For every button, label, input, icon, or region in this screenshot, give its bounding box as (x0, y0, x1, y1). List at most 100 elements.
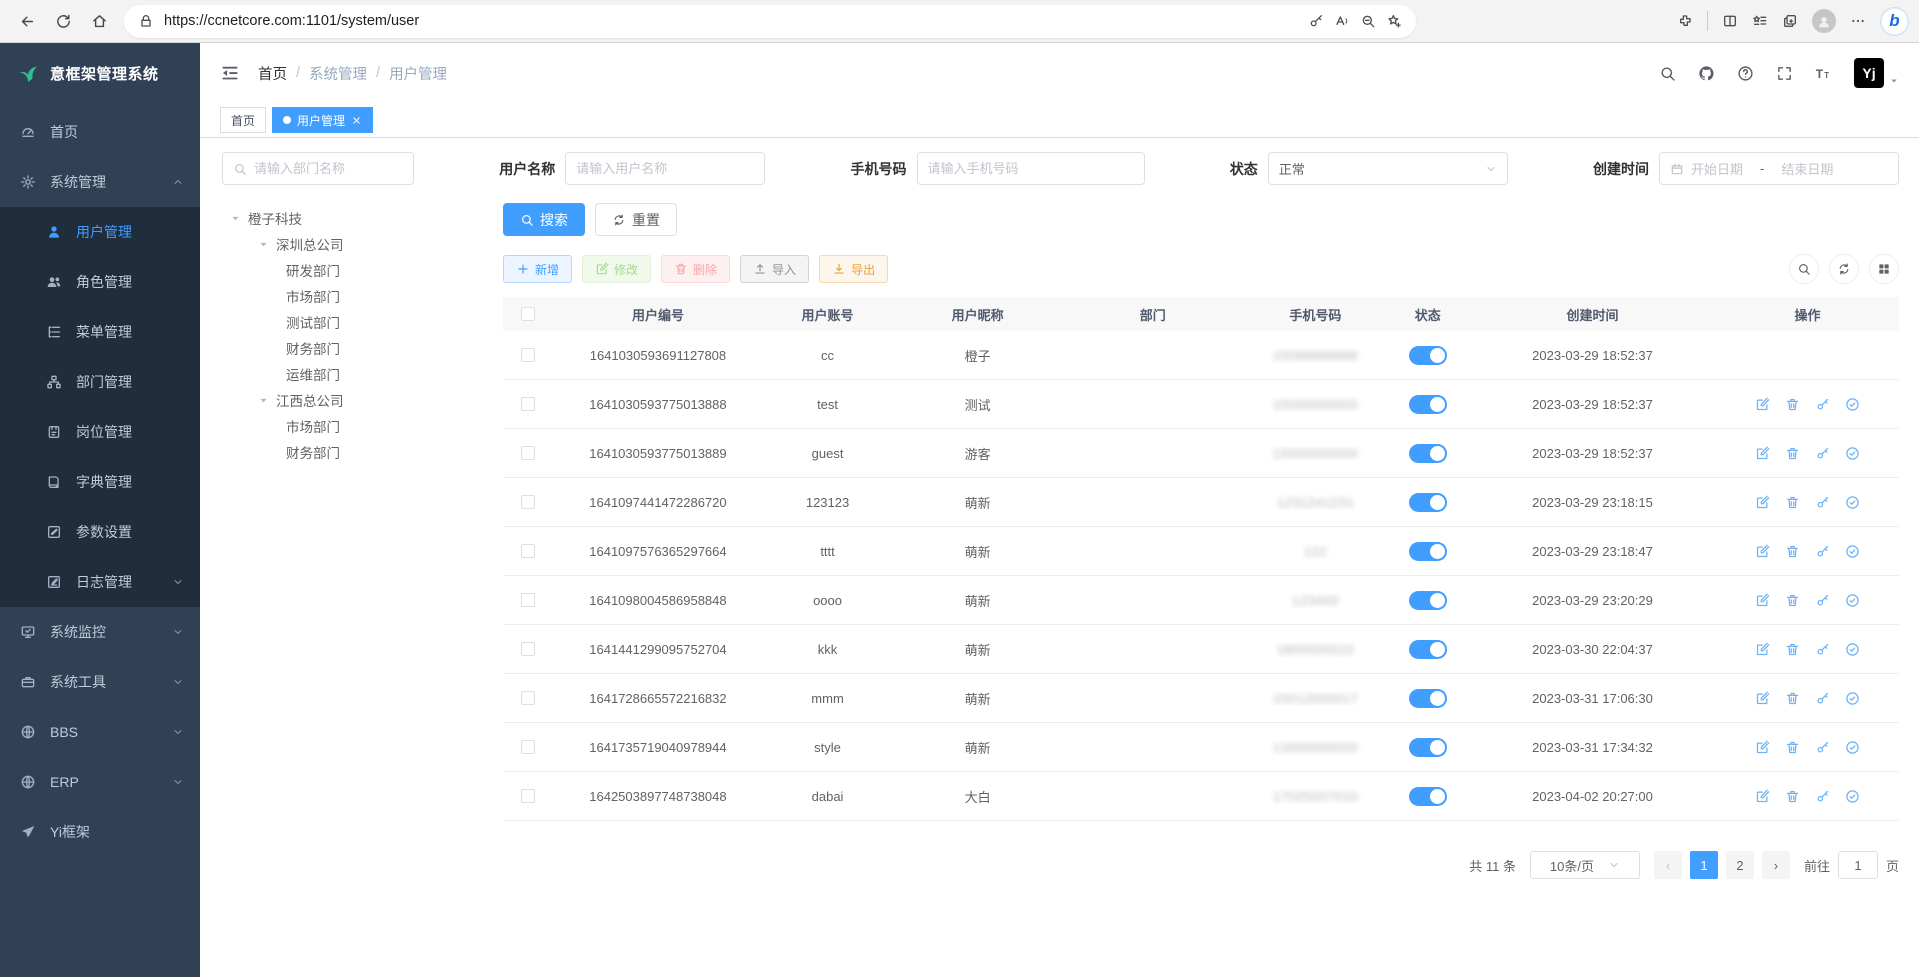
check-circle-icon[interactable] (1845, 789, 1860, 804)
sidebar-item[interactable]: 系统工具 (0, 657, 200, 707)
goto-page-input[interactable] (1838, 851, 1878, 879)
import-button[interactable]: 导入 (740, 255, 809, 283)
browser-reload-button[interactable] (46, 4, 80, 38)
key-icon[interactable] (1308, 13, 1324, 29)
tree-node[interactable]: 市场部门 (222, 283, 503, 309)
key-icon[interactable] (1815, 642, 1830, 657)
select-all-checkbox[interactable] (521, 307, 535, 321)
delete-icon[interactable] (1785, 740, 1800, 755)
row-checkbox[interactable] (521, 593, 535, 607)
caret-down-icon[interactable] (258, 239, 269, 250)
key-icon[interactable] (1815, 495, 1830, 510)
check-circle-icon[interactable] (1845, 593, 1860, 608)
delete-icon[interactable] (1785, 789, 1800, 804)
navbar-action-icon[interactable] (1698, 65, 1715, 82)
delete-icon[interactable] (1785, 446, 1800, 461)
row-checkbox[interactable] (521, 642, 535, 656)
delete-icon[interactable] (1785, 495, 1800, 510)
status-toggle[interactable] (1409, 444, 1447, 463)
row-checkbox[interactable] (521, 348, 535, 362)
username-input[interactable] (565, 152, 765, 185)
extensions-icon[interactable] (1677, 13, 1693, 29)
delete-icon[interactable] (1785, 544, 1800, 559)
delete-button[interactable]: 删除 (661, 255, 730, 283)
status-toggle[interactable] (1409, 346, 1447, 365)
edit-icon[interactable] (1755, 691, 1770, 706)
edit-icon[interactable] (1755, 642, 1770, 657)
date-range-picker[interactable]: 开始日期 - 结束日期 (1659, 152, 1899, 185)
edit-icon[interactable] (1755, 789, 1770, 804)
tree-node[interactable]: 财务部门 (222, 439, 503, 465)
page-number-button[interactable]: 1 (1690, 851, 1718, 879)
tree-node[interactable]: 运维部门 (222, 361, 503, 387)
row-checkbox[interactable] (521, 495, 535, 509)
phone-field[interactable] (928, 161, 1134, 176)
app-logo[interactable]: 意框架管理系统 (0, 43, 200, 103)
delete-icon[interactable] (1785, 593, 1800, 608)
navbar-action-icon[interactable] (1659, 65, 1676, 82)
tree-node[interactable]: 财务部门 (222, 335, 503, 361)
edit-icon[interactable] (1755, 740, 1770, 755)
key-icon[interactable] (1815, 397, 1830, 412)
more-icon[interactable] (1850, 13, 1866, 29)
key-icon[interactable] (1815, 446, 1830, 461)
check-circle-icon[interactable] (1845, 544, 1860, 559)
key-icon[interactable] (1815, 789, 1830, 804)
check-circle-icon[interactable] (1845, 495, 1860, 510)
sidebar-item[interactable]: 部门管理 (0, 357, 200, 407)
export-button[interactable]: 导出 (819, 255, 888, 283)
dept-search-input[interactable] (222, 152, 414, 185)
profile-icon[interactable] (1812, 9, 1836, 33)
sidebar-item[interactable]: 字典管理 (0, 457, 200, 507)
sidebar-item[interactable]: 首页 (0, 107, 200, 157)
navbar-action-icon[interactable]: TT (1815, 65, 1832, 82)
status-toggle[interactable] (1409, 787, 1447, 806)
row-checkbox[interactable] (521, 544, 535, 558)
tree-node[interactable]: 研发部门 (222, 257, 503, 283)
url-text[interactable]: https://ccnetcore.com:1101/system/user (164, 13, 1298, 29)
key-icon[interactable] (1815, 691, 1830, 706)
sidebar-item[interactable]: 日志管理 (0, 557, 200, 607)
copilot-icon[interactable]: b (1880, 7, 1909, 36)
favorites-icon[interactable] (1752, 13, 1768, 29)
sidebar-item[interactable]: ERP (0, 757, 200, 807)
edit-icon[interactable] (1755, 397, 1770, 412)
row-checkbox[interactable] (521, 691, 535, 705)
split-screen-icon[interactable] (1722, 13, 1738, 29)
page-number-button[interactable]: 2 (1726, 851, 1754, 879)
favorite-add-icon[interactable] (1386, 13, 1402, 29)
status-toggle[interactable] (1409, 640, 1447, 659)
sidebar-item[interactable]: 角色管理 (0, 257, 200, 307)
reset-button[interactable]: 重置 (595, 203, 677, 236)
sidebar-item[interactable]: 系统管理 (0, 157, 200, 207)
next-page-button[interactable]: › (1762, 851, 1790, 879)
sidebar-collapse-icon[interactable] (220, 63, 240, 83)
caret-down-icon[interactable] (258, 395, 269, 406)
breadcrumb-item[interactable]: 用户管理 (389, 63, 447, 84)
delete-icon[interactable] (1785, 642, 1800, 657)
check-circle-icon[interactable] (1845, 691, 1860, 706)
show-search-button[interactable] (1789, 254, 1819, 284)
sidebar-item[interactable]: 岗位管理 (0, 407, 200, 457)
tree-node[interactable]: 橙子科技 (222, 205, 503, 231)
browser-back-button[interactable] (10, 4, 44, 38)
tree-node[interactable]: 市场部门 (222, 413, 503, 439)
close-icon[interactable] (351, 115, 362, 126)
key-icon[interactable] (1815, 740, 1830, 755)
tree-node[interactable]: 江西总公司 (222, 387, 503, 413)
status-select[interactable]: 正常 (1268, 152, 1508, 185)
edit-icon[interactable] (1755, 446, 1770, 461)
status-toggle[interactable] (1409, 591, 1447, 610)
edit-icon[interactable] (1755, 544, 1770, 559)
status-toggle[interactable] (1409, 689, 1447, 708)
zoom-out-icon[interactable] (1360, 13, 1376, 29)
sidebar-item[interactable]: 菜单管理 (0, 307, 200, 357)
status-toggle[interactable] (1409, 395, 1447, 414)
read-aloud-icon[interactable] (1334, 13, 1350, 29)
breadcrumb-item[interactable]: 首页 (258, 63, 287, 84)
username-field[interactable] (576, 161, 754, 176)
caret-down-icon[interactable] (230, 213, 241, 224)
status-toggle[interactable] (1409, 542, 1447, 561)
sidebar-item[interactable]: Yi框架 (0, 807, 200, 857)
sidebar-item[interactable]: 用户管理 (0, 207, 200, 257)
